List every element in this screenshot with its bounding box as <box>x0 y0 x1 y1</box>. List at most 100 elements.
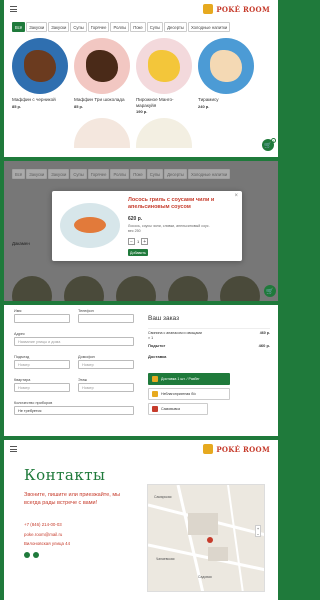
logo-text[interactable]: POKÉ ROOM <box>216 445 270 454</box>
product-grid: Маффин с черникой 85 р. Маффин Три шокол… <box>4 36 278 116</box>
product-name: Тирамису <box>198 97 219 102</box>
tab-hot: Горячее <box>87 169 110 179</box>
order-item-qty: × 1 <box>148 336 154 341</box>
hamburger-menu-icon[interactable] <box>10 6 17 12</box>
map[interactable]: Самарская Садовая Чапаевская + − <box>147 484 265 592</box>
product-price: 85 р. <box>74 103 84 109</box>
tab-rolls[interactable]: Роллы <box>110 22 130 32</box>
product-image[interactable] <box>136 118 192 148</box>
name-label: Имя <box>14 309 22 313</box>
phone-link[interactable]: +7 (846) 214-00-03 <box>24 522 62 527</box>
product-image[interactable] <box>12 38 68 94</box>
decrease-button[interactable]: − <box>128 238 135 245</box>
order-title: Ваш заказ <box>148 315 180 322</box>
cutlery-label: Количество приборов <box>14 401 53 405</box>
vk-icon[interactable] <box>24 552 30 558</box>
tab-poke[interactable]: Поке <box>130 22 146 32</box>
delivery-option[interactable]: Самовывоз <box>148 403 208 415</box>
order-item-name: Свинина с ананасом и овощами <box>148 331 202 335</box>
email-link[interactable]: poke.room@mail.ru <box>24 532 62 537</box>
header: POKÉ ROOM <box>4 440 278 458</box>
instagram-icon[interactable] <box>33 552 39 558</box>
delivery-option-label: Самовывоз <box>161 407 181 411</box>
cart-icon: 🛒 <box>266 288 274 295</box>
cart-icon: 🛒 <box>264 142 272 149</box>
delivery-form: Имя Телефон Адрес Название улицы и дома … <box>14 309 134 415</box>
close-icon[interactable]: × <box>234 193 238 199</box>
address-label: Адрес <box>14 332 25 336</box>
delivery-option-label: Доставка 1 шт. / Разбег <box>161 377 200 381</box>
modal-title: Лосось гриль с соусами чили и апельсинов… <box>128 197 215 210</box>
tab-snacks-2[interactable]: Закуски <box>48 22 70 32</box>
social-links <box>24 552 39 558</box>
increase-button[interactable]: + <box>141 238 149 245</box>
phone-field[interactable] <box>78 314 134 323</box>
add-to-cart-button[interactable]: Добавить <box>128 249 148 256</box>
dimmed-plate <box>220 276 260 301</box>
checkout-screen: Имя Телефон Адрес Название улицы и дома … <box>4 305 278 436</box>
cart-button[interactable]: 🛒 <box>264 285 276 297</box>
menu-screen: POKÉ ROOM Всё Закуски Закуски Супы Горяч… <box>4 0 278 157</box>
product-card[interactable]: Пирожное Манго-маракуйя 190 р. <box>136 38 192 114</box>
order-item-price: 460 р. <box>259 331 270 335</box>
cutlery-select[interactable]: Не требуется <box>14 406 134 415</box>
delivery-option-label: Неблагоприятная б/с <box>161 392 197 396</box>
order-item: Свинина с ананасом и овощами × 1 460 р. <box>148 328 270 340</box>
product-image[interactable] <box>136 38 192 94</box>
tab-poke: Поке <box>130 169 146 179</box>
tab-soups[interactable]: Супы <box>70 22 87 32</box>
modal-product-image <box>60 203 120 248</box>
product-modal-screen: Всё Закуски Закуски Супы Горячее Роллы П… <box>4 161 278 301</box>
flat-label: Квартира <box>14 378 31 382</box>
dimmed-item: Дакамен <box>12 241 30 246</box>
product-name: Маффин с черникой <box>12 97 56 102</box>
modal-weight: вес 250 <box>128 228 141 233</box>
tab-snacks: Закуски <box>26 169 48 179</box>
floor-label: Этаж <box>78 378 88 382</box>
delivery-label: Доставка <box>148 354 167 359</box>
zoom-control[interactable]: + − <box>255 525 261 537</box>
tab-cold-drinks[interactable]: Холодные напитки <box>187 22 231 32</box>
entrance-field[interactable]: Номер <box>14 360 70 369</box>
name-field[interactable] <box>14 314 70 323</box>
page-title: Контакты <box>24 466 106 484</box>
product-card[interactable]: Тирамису 240 р. <box>198 38 254 114</box>
modal-price: 620 р. <box>128 216 143 222</box>
tab-desserts[interactable]: Десерты <box>164 22 187 32</box>
product-name: Пирожное Манго-маракуйя <box>136 97 174 108</box>
subtotal-label: Подытог <box>148 343 166 348</box>
floor-field[interactable]: Номер <box>78 383 134 392</box>
tab-snacks[interactable]: Закуски <box>26 22 48 32</box>
map-label: Самарская <box>154 495 172 499</box>
hamburger-menu-icon[interactable] <box>10 446 17 452</box>
product-card[interactable]: Маффин Три шоколада 85 р. <box>74 38 130 114</box>
delivery-option[interactable]: Доставка 1 шт. / Разбег <box>148 373 230 385</box>
tab-rolls: Роллы <box>110 169 130 179</box>
address-field[interactable]: Название улицы и дома <box>14 337 134 346</box>
product-card[interactable]: Маффин с черникой 85 р. <box>12 38 68 114</box>
contacts-tagline: Звоните, пишите или приезжайте, мы всегд… <box>24 492 121 506</box>
product-image[interactable] <box>198 38 254 94</box>
intercom-label: Домофон <box>78 355 95 359</box>
intercom-field[interactable]: Номер <box>78 360 134 369</box>
tab-desserts: Десерты <box>164 169 187 179</box>
cart-button[interactable]: 🛒 <box>262 139 274 151</box>
tab-snacks-2: Закуски <box>48 169 70 179</box>
tab-all[interactable]: Всё <box>12 22 26 32</box>
logo-text[interactable]: POKÉ ROOM <box>216 5 270 14</box>
flat-field[interactable]: Номер <box>14 383 70 392</box>
product-name: Маффин Три шоколада <box>74 97 125 102</box>
map-label: Садовая <box>198 575 212 579</box>
dimmed-products <box>12 276 260 301</box>
pickup-icon <box>152 406 158 412</box>
dimmed-plate <box>168 276 208 301</box>
tab-soups-2[interactable]: Супы <box>146 22 164 32</box>
delivery-option[interactable]: Неблагоприятная б/с <box>148 388 230 400</box>
tab-hot[interactable]: Горячее <box>87 22 110 32</box>
product-image[interactable] <box>74 38 130 94</box>
address-text: Вилоновская улица 44 <box>24 541 71 546</box>
tab-cold-drinks: Холодные напитки <box>187 169 231 179</box>
tab-soups-2: Супы <box>146 169 164 179</box>
product-image[interactable] <box>74 118 130 148</box>
contacts-screen: POKÉ ROOM Контакты Звоните, пишите или п… <box>4 440 278 600</box>
